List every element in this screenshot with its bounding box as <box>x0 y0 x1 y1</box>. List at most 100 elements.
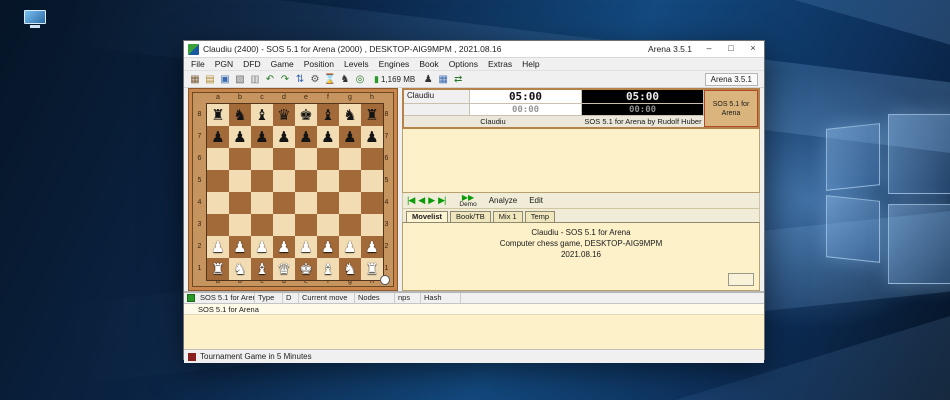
square-d3[interactable] <box>273 214 295 236</box>
square-d1[interactable]: ♛ <box>273 258 295 280</box>
square-g6[interactable] <box>339 148 361 170</box>
tab-book-tb[interactable]: Book/TB <box>450 211 491 222</box>
square-h2[interactable]: ♟ <box>361 236 383 258</box>
square-e4[interactable] <box>295 192 317 214</box>
menu-item-extras[interactable]: Extras <box>483 58 517 71</box>
square-h5[interactable] <box>361 170 383 192</box>
menu-item-file[interactable]: File <box>186 58 210 71</box>
square-f2[interactable]: ♟ <box>317 236 339 258</box>
square-e5[interactable] <box>295 170 317 192</box>
menu-item-engines[interactable]: Engines <box>374 58 415 71</box>
pawn-icon[interactable]: ♟ <box>421 73 435 86</box>
square-f3[interactable] <box>317 214 339 236</box>
undo-icon[interactable]: ↶ <box>263 73 277 86</box>
square-c8[interactable]: ♝ <box>251 104 273 126</box>
engine-col-nodes[interactable]: Nodes <box>355 293 395 303</box>
square-c3[interactable] <box>251 214 273 236</box>
square-b4[interactable] <box>229 192 251 214</box>
square-g7[interactable]: ♟ <box>339 126 361 148</box>
computer-desktop-icon[interactable] <box>24 10 46 30</box>
engine-col-sos-5-1-for-arena[interactable]: SOS 5.1 for Arena <box>197 293 255 303</box>
square-a7[interactable]: ♟ <box>207 126 229 148</box>
notation-area[interactable] <box>402 129 760 193</box>
square-c5[interactable] <box>251 170 273 192</box>
demo-button[interactable]: ▶▶ Demo <box>459 193 476 208</box>
square-g3[interactable] <box>339 214 361 236</box>
engines-icon[interactable]: ⚙ <box>308 73 322 86</box>
square-c2[interactable]: ♟ <box>251 236 273 258</box>
playback-back-button[interactable]: ◀ <box>418 195 425 206</box>
square-d8[interactable]: ♛ <box>273 104 295 126</box>
square-b8[interactable]: ♞ <box>229 104 251 126</box>
square-h7[interactable]: ♟ <box>361 126 383 148</box>
redo-icon[interactable]: ↷ <box>278 73 292 86</box>
flip-board-icon[interactable]: ⇅ <box>293 73 307 86</box>
menu-item-position[interactable]: Position <box>299 58 339 71</box>
square-f7[interactable]: ♟ <box>317 126 339 148</box>
square-d5[interactable] <box>273 170 295 192</box>
square-b3[interactable] <box>229 214 251 236</box>
playback-start-button[interactable]: |◀ <box>407 195 415 206</box>
square-a1[interactable]: ♜ <box>207 258 229 280</box>
engine-col-type[interactable]: Type <box>255 293 283 303</box>
menu-item-help[interactable]: Help <box>517 58 544 71</box>
menu-item-options[interactable]: Options <box>444 58 483 71</box>
save-icon[interactable]: ▣ <box>218 73 232 86</box>
menu-item-levels[interactable]: Levels <box>339 58 374 71</box>
menu-item-dfd[interactable]: DFD <box>238 58 265 71</box>
square-c1[interactable]: ♝ <box>251 258 273 280</box>
new-board-icon[interactable]: ▦ <box>188 73 202 86</box>
square-e6[interactable] <box>295 148 317 170</box>
playback-end-button[interactable]: ▶| <box>438 195 446 206</box>
square-f8[interactable]: ♝ <box>317 104 339 126</box>
engine-col-d[interactable]: D <box>283 293 299 303</box>
square-e3[interactable] <box>295 214 317 236</box>
square-g2[interactable]: ♟ <box>339 236 361 258</box>
menu-item-book[interactable]: Book <box>414 58 443 71</box>
square-h8[interactable]: ♜ <box>361 104 383 126</box>
square-g1[interactable]: ♞ <box>339 258 361 280</box>
engine-col-nps[interactable]: nps <box>395 293 421 303</box>
open-icon[interactable]: ▤ <box>203 73 217 86</box>
menu-item-pgn[interactable]: PGN <box>210 58 238 71</box>
titlebar[interactable]: Claudiu (2400) - SOS 5.1 for Arena (2000… <box>184 41 764 58</box>
square-b6[interactable] <box>229 148 251 170</box>
square-e1[interactable]: ♚ <box>295 258 317 280</box>
square-d4[interactable] <box>273 192 295 214</box>
board-icon[interactable]: ▦ <box>436 73 450 86</box>
square-b1[interactable]: ♞ <box>229 258 251 280</box>
square-g4[interactable] <box>339 192 361 214</box>
playback-forward-button[interactable]: ▶ <box>428 195 435 206</box>
square-g8[interactable]: ♞ <box>339 104 361 126</box>
analyze-icon[interactable]: ◎ <box>353 73 367 86</box>
square-a3[interactable] <box>207 214 229 236</box>
square-f6[interactable] <box>317 148 339 170</box>
square-f5[interactable] <box>317 170 339 192</box>
square-d2[interactable]: ♟ <box>273 236 295 258</box>
maximize-button[interactable]: □ <box>720 41 742 57</box>
square-e8[interactable]: ♚ <box>295 104 317 126</box>
square-h3[interactable] <box>361 214 383 236</box>
menu-item-game[interactable]: Game <box>266 58 299 71</box>
tab-temp[interactable]: Temp <box>524 211 556 222</box>
swap-sides-icon[interactable]: ⇄ <box>451 73 465 86</box>
square-d7[interactable]: ♟ <box>273 126 295 148</box>
square-b7[interactable]: ♟ <box>229 126 251 148</box>
close-button[interactable]: × <box>742 41 764 57</box>
square-e2[interactable]: ♟ <box>295 236 317 258</box>
square-h6[interactable] <box>361 148 383 170</box>
square-a2[interactable]: ♟ <box>207 236 229 258</box>
square-d6[interactable] <box>273 148 295 170</box>
clock-icon[interactable]: ⌛ <box>323 73 337 86</box>
square-a8[interactable]: ♜ <box>207 104 229 126</box>
tab-movelist[interactable]: Movelist <box>406 211 449 222</box>
engine-table-row[interactable]: SOS 5.1 for Arena <box>184 304 764 315</box>
square-b5[interactable] <box>229 170 251 192</box>
square-b2[interactable]: ♟ <box>229 236 251 258</box>
square-f4[interactable] <box>317 192 339 214</box>
square-c4[interactable] <box>251 192 273 214</box>
edit-button[interactable]: Edit <box>529 196 543 205</box>
square-a5[interactable] <box>207 170 229 192</box>
square-a6[interactable] <box>207 148 229 170</box>
minimize-button[interactable]: – <box>698 41 720 57</box>
